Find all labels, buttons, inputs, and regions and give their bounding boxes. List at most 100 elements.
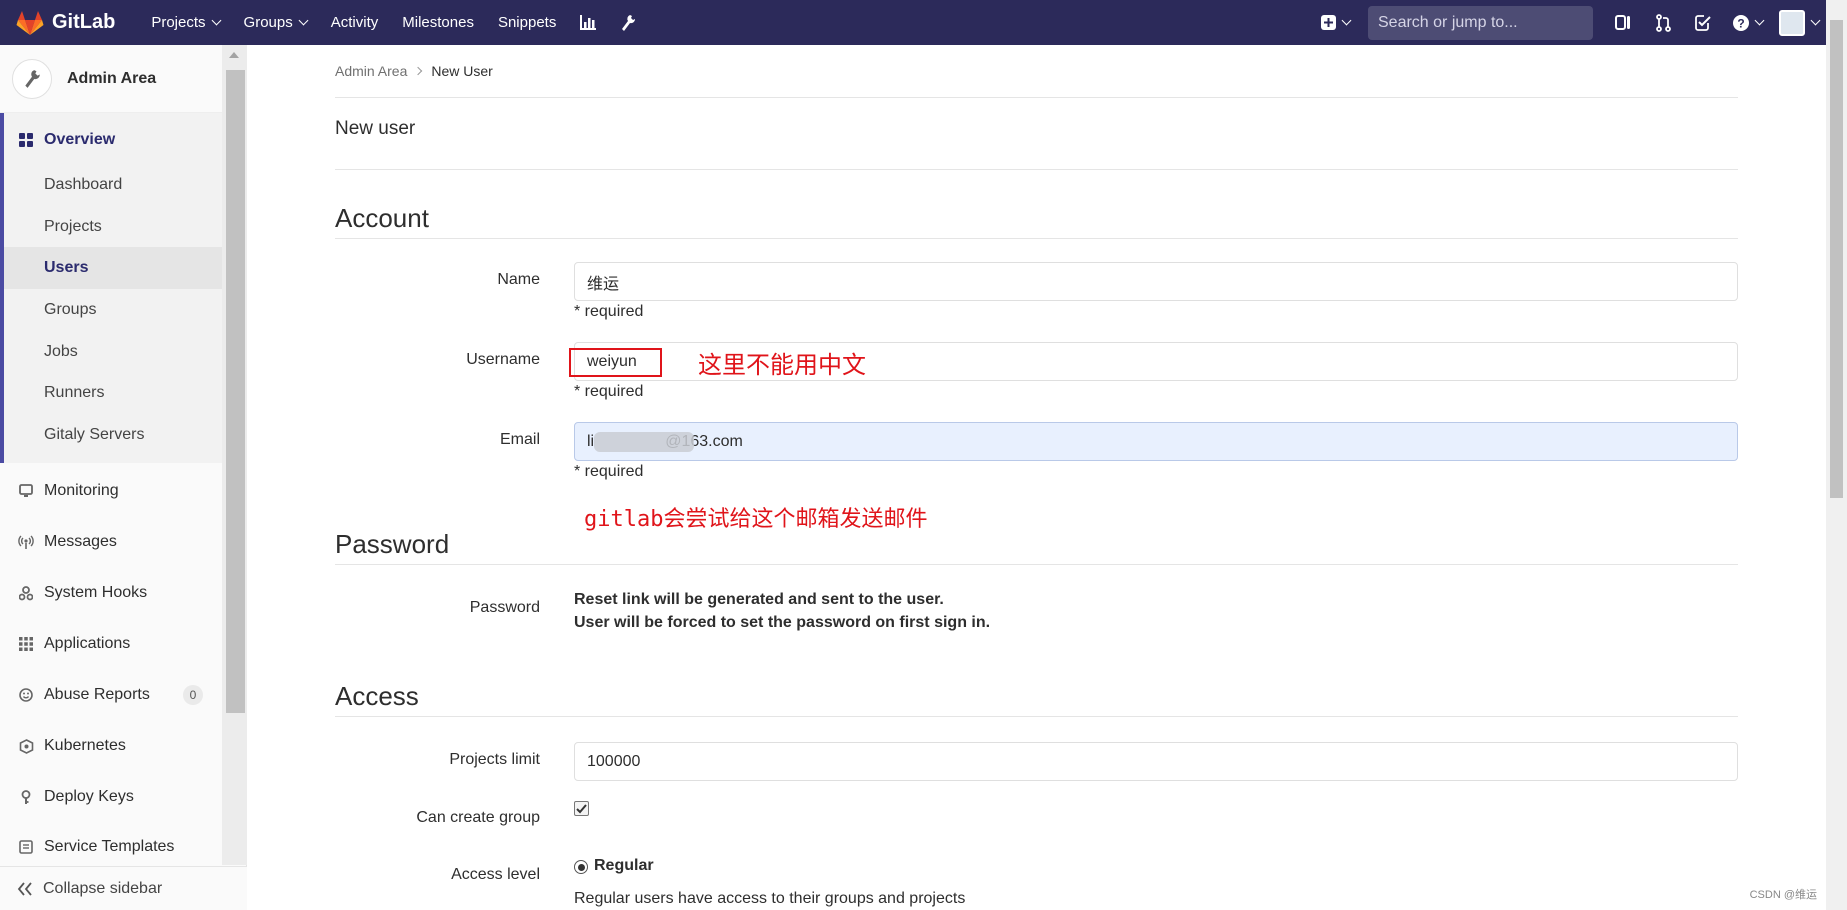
sidebar-item-label: Messages xyxy=(44,533,117,550)
wrench-icon xyxy=(25,69,40,88)
sidebar-item-service-templates[interactable]: Service Templates xyxy=(0,830,222,864)
password-info-line-2: User will be forced to set the password … xyxy=(574,614,991,631)
email-label: Email xyxy=(499,431,540,448)
access-section-title: Access xyxy=(335,681,419,711)
sidebar-item-projects[interactable]: Projects xyxy=(4,206,222,248)
password-info-line-1: Reset link will be generated and sent to… xyxy=(574,591,944,608)
sidebar-item-label: Service Templates xyxy=(44,838,175,855)
merge-request-icon xyxy=(1655,13,1671,32)
nav-snippets[interactable]: Snippets xyxy=(486,0,568,45)
access-level-regular-label[interactable]: Regular xyxy=(594,857,654,875)
sidebar-scrollbar[interactable] xyxy=(222,45,247,865)
page-scrollbar[interactable] xyxy=(1826,0,1847,910)
admin-avatar xyxy=(12,58,52,99)
email-field[interactable] xyxy=(574,422,1738,461)
search-box[interactable] xyxy=(1368,5,1593,40)
todo-check-icon xyxy=(1695,14,1711,31)
nav-groups[interactable]: Groups xyxy=(232,0,319,45)
sidebar-item-dashboard[interactable]: Dashboard xyxy=(4,164,222,206)
projects-limit-label: Projects limit xyxy=(449,751,540,768)
apps-icon xyxy=(17,635,35,653)
sidebar-item-label: Monitoring xyxy=(44,482,119,499)
help-dropdown-button[interactable]: ? xyxy=(1723,0,1773,45)
page-title: New user xyxy=(335,118,416,139)
issues-button[interactable] xyxy=(1603,0,1643,45)
sidebar-item-overview[interactable]: Overview xyxy=(0,123,222,157)
email-annotation: gitlab会尝试给这个邮箱发送邮件 xyxy=(584,507,928,532)
divider xyxy=(335,169,1738,170)
watermark: CSDN @维运 xyxy=(1749,889,1817,901)
page-scroll-thumb[interactable] xyxy=(1830,20,1843,498)
chevron-down-icon xyxy=(298,15,309,26)
divider xyxy=(335,238,1738,239)
sidebar-item-label: Kubernetes xyxy=(44,737,126,754)
sidebar-item-abuse-reports[interactable]: Abuse Reports 0 xyxy=(0,678,222,712)
chart-icon xyxy=(579,15,596,30)
key-icon xyxy=(17,788,35,806)
annotation-highlight-box xyxy=(569,348,662,377)
sidebar-item-messages[interactable]: Messages xyxy=(0,525,222,559)
projects-limit-field[interactable] xyxy=(574,742,1738,781)
scroll-up-arrow-icon[interactable] xyxy=(229,52,239,58)
sidebar-item-gitaly-servers[interactable]: Gitaly Servers xyxy=(4,414,222,456)
sidebar-item-users[interactable]: Users xyxy=(4,247,222,289)
sidebar-item-groups[interactable]: Groups xyxy=(4,289,222,331)
sidebar-item-label: Overview xyxy=(44,131,116,148)
gitlab-home-link[interactable]: GitLab xyxy=(16,10,115,36)
access-level-label: Access level xyxy=(451,866,540,883)
nav-activity[interactable]: Activity xyxy=(319,0,391,45)
kubernetes-icon xyxy=(17,737,35,755)
nav-milestones[interactable]: Milestones xyxy=(390,0,486,45)
access-level-regular-description: Regular users have access to their group… xyxy=(574,890,966,907)
can-create-group-checkbox[interactable] xyxy=(574,801,589,816)
broadcast-icon xyxy=(17,533,35,551)
sidebar-item-deploy-keys[interactable]: Deploy Keys xyxy=(0,780,222,814)
plus-square-icon xyxy=(1321,15,1336,30)
avatar xyxy=(1779,9,1805,36)
new-dropdown-button[interactable] xyxy=(1311,0,1360,45)
email-required-hint: * required xyxy=(574,463,644,480)
sidebar-item-system-hooks[interactable]: System Hooks xyxy=(0,576,222,610)
name-field[interactable] xyxy=(574,262,1738,301)
checkmark-icon xyxy=(576,803,587,813)
admin-area-button[interactable] xyxy=(608,0,648,45)
password-label: Password xyxy=(469,599,540,616)
name-required-hint: * required xyxy=(574,303,644,320)
abuse-reports-count-badge: 0 xyxy=(183,685,203,705)
wrench-icon xyxy=(622,14,636,31)
question-icon: ? xyxy=(1733,14,1749,31)
username-required-hint: * required xyxy=(574,383,644,400)
sidebar-scroll-thumb[interactable] xyxy=(226,70,245,713)
breadcrumb: Admin Area New User xyxy=(335,45,1738,98)
smiley-icon xyxy=(17,686,35,704)
breadcrumb-admin-area[interactable]: Admin Area xyxy=(335,63,407,79)
admin-sidebar: Admin Area Overview Dashboard Projects U… xyxy=(0,45,247,910)
sidebar-item-monitoring[interactable]: Monitoring xyxy=(0,474,222,508)
chevron-down-icon xyxy=(1810,15,1821,26)
analytics-button[interactable] xyxy=(568,0,608,45)
nav-activity-label: Activity xyxy=(330,14,379,31)
todos-button[interactable] xyxy=(1683,0,1723,45)
sidebar-item-jobs[interactable]: Jobs xyxy=(4,331,222,373)
nav-projects[interactable]: Projects xyxy=(139,0,231,45)
nav-snippets-label: Snippets xyxy=(497,14,557,31)
divider xyxy=(335,564,1738,565)
merge-requests-button[interactable] xyxy=(1643,0,1683,45)
main-content: Admin Area New User New user Account Nam… xyxy=(335,45,1738,907)
divider xyxy=(335,716,1738,717)
sidebar-item-label: Abuse Reports xyxy=(44,686,150,703)
chevron-right-icon xyxy=(414,66,423,76)
sidebar-item-label: Deploy Keys xyxy=(44,788,134,805)
collapse-sidebar-button[interactable]: Collapse sidebar xyxy=(0,866,247,910)
collapse-sidebar-label: Collapse sidebar xyxy=(43,879,163,897)
access-level-regular-radio[interactable] xyxy=(574,860,588,874)
breadcrumb-current[interactable]: New User xyxy=(431,63,492,79)
gitlab-logo-icon xyxy=(16,10,44,35)
sidebar-header[interactable]: Admin Area xyxy=(0,45,222,113)
grid-icon xyxy=(17,131,35,149)
sidebar-item-applications[interactable]: Applications xyxy=(0,627,222,661)
hook-icon xyxy=(17,584,35,602)
sidebar-item-kubernetes[interactable]: Kubernetes xyxy=(0,729,222,763)
search-input[interactable] xyxy=(1378,13,1585,32)
sidebar-item-runners[interactable]: Runners xyxy=(4,372,222,414)
